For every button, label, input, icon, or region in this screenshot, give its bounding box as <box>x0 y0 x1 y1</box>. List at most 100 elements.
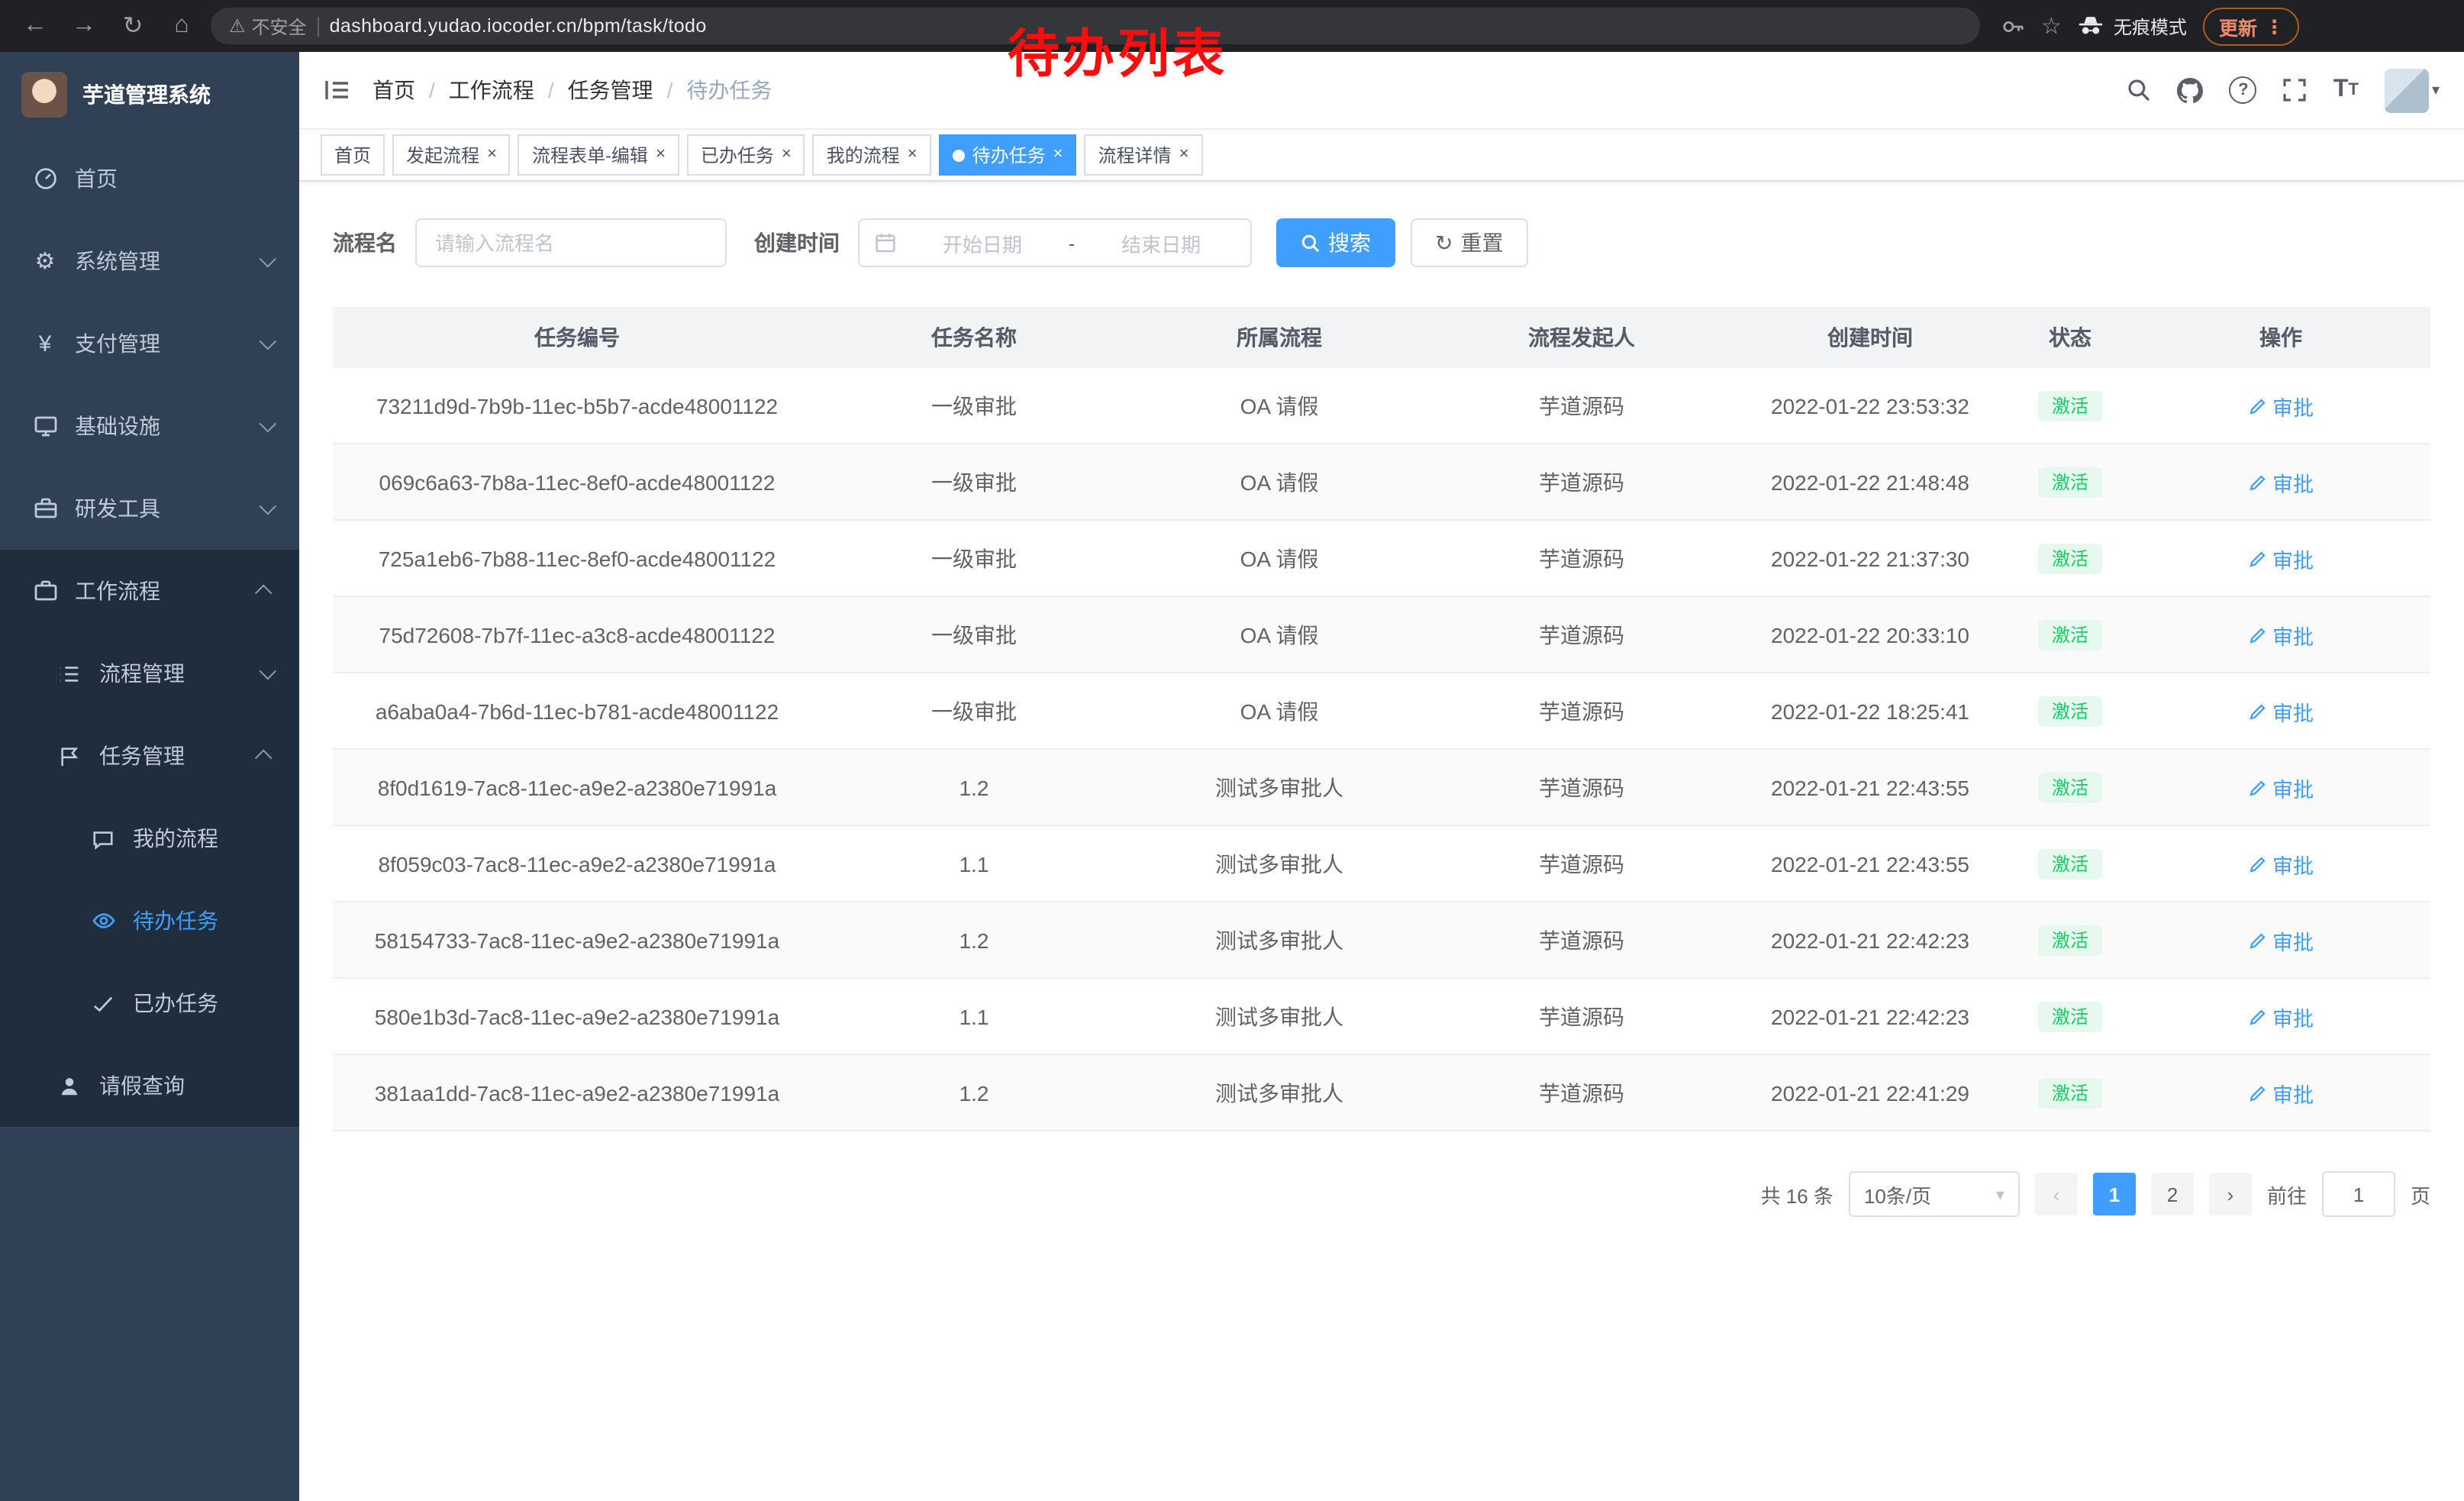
table-row: 725a1eb6-7b88-11ec-8ef0-acde48001122 一级审… <box>333 520 2430 596</box>
approve-link[interactable]: 审批 <box>2248 466 2314 497</box>
task-id-cell: 73211d9d-7b9b-11ec-b5b7-acde48001122 <box>333 368 821 444</box>
edit-icon <box>2248 1007 2266 1025</box>
process-name-input[interactable] <box>415 218 727 267</box>
col-task-name: 任务名称 <box>821 307 1127 368</box>
app-logo-row[interactable]: 芋道管理系统 <box>0 52 299 137</box>
status-cell: 激活 <box>2009 368 2131 444</box>
next-page-button[interactable]: › <box>2209 1173 2252 1215</box>
tab-process-detail[interactable]: 流程详情 × <box>1085 134 1203 176</box>
tab-close-icon[interactable]: × <box>908 147 918 163</box>
breadcrumb-separator: / <box>548 78 554 102</box>
process-cell: OA 请假 <box>1127 520 1432 596</box>
breadcrumb-home[interactable]: 首页 <box>373 75 415 105</box>
initiator-cell: 芋道源码 <box>1432 368 1731 444</box>
reset-button[interactable]: ↻ 重置 <box>1411 218 1527 267</box>
browser-actions: ☆ 无痕模式 更新 ⋮ <box>2001 7 2299 45</box>
status-cell: 激活 <box>2009 825 2131 902</box>
status-badge: 激活 <box>2038 466 2102 497</box>
sidebar-item-payment[interactable]: ¥ 支付管理 <box>0 302 299 385</box>
date-range-picker[interactable]: 开始日期 - 结束日期 <box>858 218 1252 267</box>
font-size-icon[interactable]: TT <box>2333 76 2359 104</box>
approve-link[interactable]: 审批 <box>2248 1077 2314 1108</box>
approve-link[interactable]: 审批 <box>2248 619 2314 650</box>
tab-close-icon[interactable]: × <box>782 147 792 163</box>
sidebar-fold-icon[interactable] <box>324 76 351 104</box>
tab-close-icon[interactable]: × <box>1179 147 1189 163</box>
action-cell: 审批 <box>2131 1054 2430 1131</box>
edit-icon <box>2248 396 2266 415</box>
approve-link[interactable]: 审批 <box>2248 1001 2314 1031</box>
search-icon[interactable] <box>2127 78 2152 102</box>
col-actions: 操作 <box>2131 307 2430 368</box>
sidebar-item-infrastructure[interactable]: 基础设施 <box>0 385 299 467</box>
date-separator: - <box>1069 231 1076 254</box>
browser-menu-icon[interactable]: ⋮ <box>2265 15 2284 37</box>
sidebar-item-done-tasks[interactable]: 已办任务 <box>0 962 299 1044</box>
sidebar-item-leave-query[interactable]: 请假查询 <box>0 1044 299 1127</box>
browser-forward-icon[interactable]: → <box>64 6 104 46</box>
sidebar-item-todo-tasks[interactable]: 待办任务 <box>0 880 299 962</box>
github-icon[interactable] <box>2178 77 2204 103</box>
tab-start-process[interactable]: 发起流程 × <box>392 134 511 176</box>
tab-process-form-edit[interactable]: 流程表单-编辑 × <box>518 134 679 176</box>
approve-link[interactable]: 审批 <box>2248 848 2314 879</box>
browser-reload-icon[interactable]: ↻ <box>113 6 153 46</box>
task-id-cell: 8f0d1619-7ac8-11ec-a9e2-a2380e71991a <box>333 749 821 825</box>
password-key-icon[interactable] <box>2001 15 2024 37</box>
browser-home-icon[interactable]: ⌂ <box>162 6 202 46</box>
approve-link[interactable]: 审批 <box>2248 772 2314 802</box>
task-name-cell: 1.1 <box>821 825 1127 902</box>
create-time-cell: 2022-01-21 22:42:23 <box>1731 902 2009 978</box>
approve-link[interactable]: 审批 <box>2248 543 2314 573</box>
tab-home[interactable]: 首页 <box>321 134 385 176</box>
status-badge: 激活 <box>2038 772 2102 802</box>
status-cell: 激活 <box>2009 749 2131 825</box>
pagination: 共 16 条 10条/页 ▾ ‹ 1 2 › 前往 页 <box>333 1171 2430 1217</box>
tab-my-processes[interactable]: 我的流程 × <box>813 134 931 176</box>
task-name-cell: 1.2 <box>821 1054 1127 1131</box>
goto-page-input[interactable] <box>2322 1171 2395 1217</box>
tab-close-icon[interactable]: × <box>1053 147 1063 163</box>
tab-done-tasks[interactable]: 已办任务 × <box>687 134 805 176</box>
sidebar-item-workflow[interactable]: 工作流程 <box>0 550 299 632</box>
sidebar-item-label: 系统管理 <box>75 246 243 276</box>
status-badge: 激活 <box>2038 543 2102 573</box>
page-button-1[interactable]: 1 <box>2093 1173 2136 1215</box>
prev-page-button[interactable]: ‹ <box>2035 1173 2078 1215</box>
breadcrumb-task-management[interactable]: 任务管理 <box>568 75 653 105</box>
approve-link[interactable]: 审批 <box>2248 925 2314 955</box>
page-size-select[interactable]: 10条/页 ▾ <box>1849 1171 2020 1217</box>
user-icon <box>56 1073 82 1099</box>
approve-link[interactable]: 审批 <box>2248 696 2314 726</box>
help-icon[interactable]: ? <box>2230 76 2257 104</box>
breadcrumb-workflow[interactable]: 工作流程 <box>449 75 534 105</box>
sidebar-item-process-management[interactable]: 流程管理 <box>0 632 299 715</box>
omnibox-divider <box>318 16 319 36</box>
initiator-cell: 芋道源码 <box>1432 749 1731 825</box>
process-name-label: 流程名 <box>333 228 397 258</box>
search-button[interactable]: 搜索 <box>1276 218 1395 267</box>
tab-close-icon[interactable]: × <box>487 147 497 163</box>
bookmark-star-icon[interactable]: ☆ <box>2041 12 2062 40</box>
list-icon <box>56 660 82 686</box>
page-button-2[interactable]: 2 <box>2151 1173 2194 1215</box>
chevron-down-icon <box>260 663 277 680</box>
goto-label: 前往 <box>2267 1180 2307 1209</box>
browser-back-icon[interactable]: ← <box>15 6 55 46</box>
sidebar-item-task-management[interactable]: 任务管理 <box>0 715 299 797</box>
sidebar-item-system[interactable]: ⚙ 系统管理 <box>0 220 299 302</box>
fullscreen-icon[interactable] <box>2283 78 2308 102</box>
sidebar-item-my-processes[interactable]: 我的流程 <box>0 797 299 880</box>
update-button[interactable]: 更新 ⋮ <box>2204 7 2299 45</box>
sidebar-item-devtools[interactable]: 研发工具 <box>0 467 299 550</box>
approve-link[interactable]: 审批 <box>2248 390 2314 421</box>
status-cell: 激活 <box>2009 673 2131 749</box>
action-cell: 审批 <box>2131 596 2430 673</box>
sidebar-item-home[interactable]: 首页 <box>0 137 299 220</box>
tab-close-icon[interactable]: × <box>656 147 666 163</box>
tab-todo-tasks[interactable]: 待办任务 × <box>939 134 1077 176</box>
status-cell: 激活 <box>2009 444 2131 520</box>
not-secure-warning[interactable]: ⚠ 不安全 <box>229 13 307 39</box>
user-avatar[interactable]: ▾ <box>2385 68 2440 112</box>
create-time-cell: 2022-01-21 22:41:29 <box>1731 1054 2009 1131</box>
